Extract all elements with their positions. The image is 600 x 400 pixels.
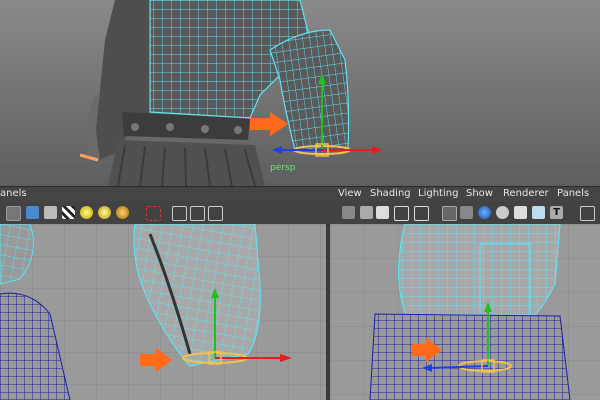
select-highlight-icon[interactable] (146, 206, 161, 221)
flat-shading-icon[interactable] (496, 206, 509, 219)
cube-view-icon[interactable] (580, 206, 595, 221)
isolate-select-icon[interactable] (172, 206, 187, 221)
wireframe-toggle-icon[interactable] (442, 206, 457, 221)
menu-show[interactable]: Show (466, 188, 493, 199)
menu-panels[interactable]: Panels (557, 188, 589, 199)
camera-icon[interactable] (342, 206, 355, 219)
smooth-shading-icon[interactable] (478, 206, 491, 219)
default-light-icon[interactable] (80, 206, 93, 219)
panel-menu-bar: anels View Shading Lighting Show Rendere… (0, 186, 600, 203)
callout-arrow-icon (250, 112, 288, 136)
menu-panels-left[interactable]: anels (0, 188, 27, 199)
menu-shading[interactable]: Shading (370, 188, 411, 199)
menu-lighting[interactable]: Lighting (418, 188, 458, 199)
share-icon[interactable] (208, 206, 223, 221)
all-lights-icon[interactable] (98, 206, 111, 219)
camera-attr-icon[interactable] (360, 206, 373, 219)
grid-icon[interactable] (414, 206, 429, 221)
right-viewport[interactable] (330, 224, 600, 400)
bookmark-icon[interactable] (376, 206, 389, 219)
shadows-icon[interactable] (116, 206, 129, 219)
left-viewport-scene (0, 224, 326, 400)
texture-icon[interactable] (532, 206, 545, 219)
shaded-toggle-icon[interactable] (460, 206, 473, 219)
left-viewport[interactable] (0, 224, 326, 400)
text-display-icon[interactable]: T (550, 206, 563, 219)
smooth-shade-icon[interactable] (44, 206, 57, 219)
perspective-scene (79, 0, 382, 186)
bounding-box-icon[interactable] (514, 206, 527, 219)
camera-label: persp (270, 163, 296, 173)
texture-checker-icon[interactable] (62, 206, 75, 219)
image-plane-icon[interactable] (394, 206, 409, 221)
wireframe-cube-icon[interactable] (6, 206, 21, 221)
right-viewport-scene (330, 224, 600, 400)
xray-icon[interactable] (190, 206, 205, 221)
panel-toolbar: T (0, 202, 600, 225)
perspective-viewport[interactable]: persp (0, 0, 600, 186)
menu-renderer[interactable]: Renderer (503, 188, 549, 199)
shaded-cube-icon[interactable] (26, 206, 39, 219)
menu-view[interactable]: View (338, 188, 362, 199)
